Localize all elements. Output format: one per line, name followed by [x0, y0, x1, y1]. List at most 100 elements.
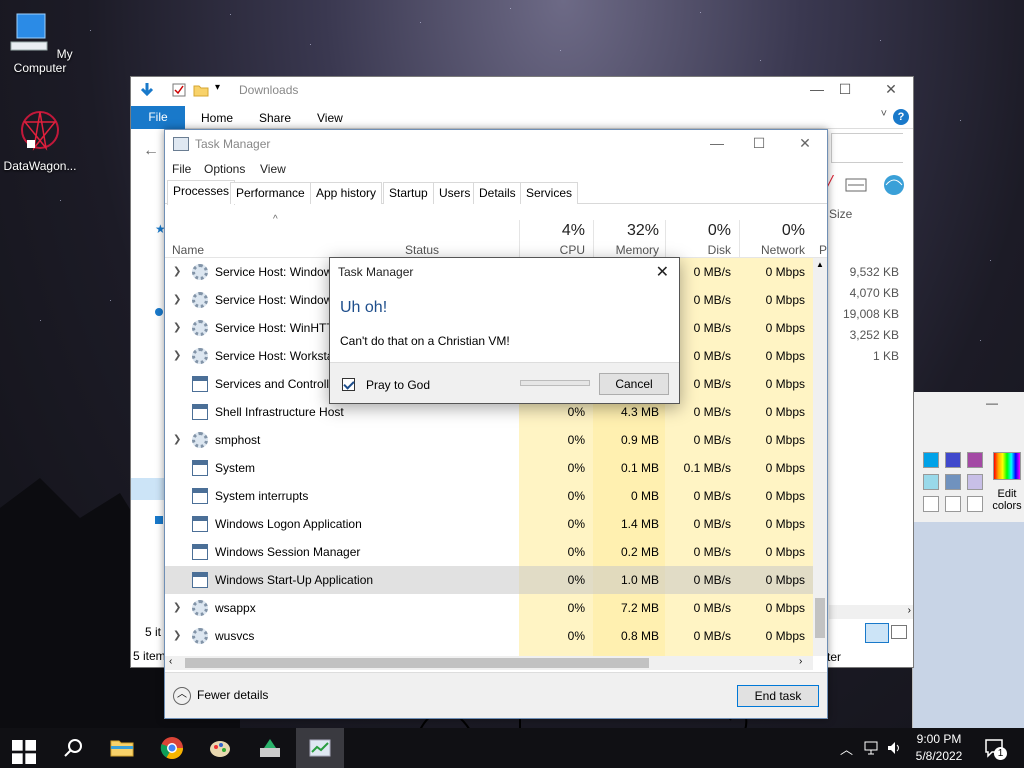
column-network[interactable]: Network: [743, 243, 805, 257]
this-pc-item[interactable]: [131, 478, 165, 500]
tab-performance[interactable]: Performance: [230, 182, 311, 204]
expand-chevron-icon[interactable]: ❯: [173, 434, 183, 445]
table-row-selected[interactable]: Windows Start-Up Application 0% 1.0 MB 0 MB…: [165, 566, 813, 594]
memory-total[interactable]: 32%: [597, 222, 659, 240]
table-row[interactable]: System 0% 0.1 MB 0.1 MB/s 0 Mbps: [165, 454, 813, 482]
expand-chevron-icon[interactable]: ❯: [173, 630, 183, 641]
color-swatch[interactable]: [967, 452, 983, 468]
help-icon[interactable]: ?: [893, 109, 909, 125]
cpu-total[interactable]: 4%: [523, 222, 585, 240]
expand-chevron-icon[interactable]: ❯: [173, 602, 183, 613]
menu-view[interactable]: View: [260, 162, 286, 176]
details-view-icon[interactable]: [865, 623, 889, 643]
file-tab[interactable]: File: [131, 106, 185, 129]
clock-date[interactable]: 5/8/2022: [914, 749, 964, 763]
onedrive-icon[interactable]: [155, 308, 163, 316]
sort-ascending-icon[interactable]: ^: [273, 214, 278, 225]
tab-users[interactable]: Users: [433, 182, 477, 204]
scrollbar-thumb[interactable]: [815, 598, 825, 638]
large-icons-view-icon[interactable]: [891, 625, 907, 639]
properties-icon[interactable]: [171, 82, 187, 98]
fewer-details-button[interactable]: ︿ Fewer details: [173, 687, 268, 705]
share-globe-icon[interactable]: [881, 173, 907, 197]
maximize-icon[interactable]: ☐: [835, 81, 855, 98]
minimize-icon[interactable]: —: [986, 396, 998, 410]
paint-canvas[interactable]: [913, 522, 1024, 728]
search-box[interactable]: [831, 133, 903, 163]
tab-services[interactable]: Services: [520, 182, 579, 204]
color-swatch[interactable]: [923, 496, 939, 512]
column-name[interactable]: Name: [172, 243, 204, 257]
cancel-button[interactable]: Cancel: [599, 373, 669, 395]
edit-colors-icon[interactable]: [993, 452, 1021, 480]
green-app-icon[interactable]: [258, 736, 282, 760]
explorer-titlebar[interactable]: ▾ Downloads — ☐ ✕: [131, 77, 913, 103]
scroll-left-icon[interactable]: ‹: [169, 656, 172, 667]
folder-icon[interactable]: [193, 82, 209, 98]
minimize-icon[interactable]: —: [807, 81, 827, 97]
home-tab[interactable]: Home: [201, 111, 233, 125]
color-swatch[interactable]: [923, 452, 939, 468]
desktop-icon-my-computer[interactable]: My Computer: [0, 10, 80, 75]
scrollbar-thumb[interactable]: [185, 658, 649, 668]
desktop-icon-datawagon[interactable]: DataWagon...: [0, 108, 80, 173]
table-row[interactable]: ❯ wusvcs 0% 0.8 MB 0 MB/s 0 Mbps: [165, 622, 813, 650]
color-swatch[interactable]: [923, 474, 939, 490]
task-manager-taskbar-icon[interactable]: [308, 736, 332, 760]
expand-chevron-icon[interactable]: ❯: [173, 294, 183, 305]
network-icon[interactable]: [155, 516, 163, 524]
network-tray-icon[interactable]: [864, 740, 880, 756]
view-tab[interactable]: View: [317, 111, 343, 125]
size-column-header[interactable]: Size: [829, 207, 852, 221]
column-status[interactable]: Status: [405, 243, 439, 257]
column-cpu[interactable]: CPU: [523, 243, 585, 257]
tab-details[interactable]: Details: [473, 182, 522, 204]
search-icon[interactable]: [62, 736, 86, 760]
file-explorer-icon[interactable]: [110, 736, 134, 760]
quick-access-dropdown-icon[interactable]: ▾: [215, 82, 220, 93]
table-row[interactable]: ❯ wsappx 0% 7.2 MB 0 MB/s 0 Mbps: [165, 594, 813, 622]
pray-checkbox[interactable]: [342, 378, 355, 391]
scroll-right-icon[interactable]: ›: [908, 605, 911, 616]
table-row[interactable]: Windows Logon Application 0% 1.4 MB 0 MB/s 0…: [165, 510, 813, 538]
column-disk[interactable]: Disk: [669, 243, 731, 257]
color-swatch[interactable]: [945, 474, 961, 490]
expand-chevron-icon[interactable]: ❯: [173, 350, 183, 361]
email-icon[interactable]: [845, 177, 869, 193]
explorer-hscroll[interactable]: ›: [829, 605, 913, 619]
volume-icon[interactable]: [886, 740, 902, 756]
maximize-icon[interactable]: ☐: [747, 135, 771, 152]
color-swatch[interactable]: [967, 496, 983, 512]
scroll-right-icon[interactable]: ›: [799, 656, 802, 667]
color-swatch[interactable]: [967, 474, 983, 490]
table-row[interactable]: ❯ smphost 0% 0.9 MB 0 MB/s 0 Mbps: [165, 426, 813, 454]
start-windows-icon[interactable]: [12, 740, 36, 764]
column-memory[interactable]: Memory: [597, 243, 659, 257]
network-total[interactable]: 0%: [743, 222, 805, 240]
edit-colors-label[interactable]: Edit colors: [989, 488, 1024, 512]
expand-chevron-icon[interactable]: ❯: [173, 322, 183, 333]
back-arrow-icon[interactable]: ←: [143, 142, 159, 160]
close-icon[interactable]: ✕: [793, 135, 817, 152]
clock-time[interactable]: 9:00 PM: [914, 732, 964, 746]
disk-total[interactable]: 0%: [669, 222, 731, 240]
tab-processes[interactable]: Processes: [167, 180, 236, 205]
menu-file[interactable]: File: [172, 162, 191, 176]
close-icon[interactable]: ✕: [881, 81, 901, 98]
horizontal-scrollbar[interactable]: ‹ ›: [165, 656, 813, 670]
color-swatch[interactable]: [945, 452, 961, 468]
tab-startup[interactable]: Startup: [383, 182, 434, 204]
vertical-scrollbar[interactable]: ▲: [813, 258, 827, 656]
table-row[interactable]: Windows Session Manager 0% 0.2 MB 0 MB/s 0 M…: [165, 538, 813, 566]
ribbon-expand-icon[interactable]: ˅: [881, 108, 887, 120]
minimize-icon[interactable]: —: [705, 135, 729, 151]
end-task-button[interactable]: End task: [737, 685, 819, 707]
color-swatch[interactable]: [945, 496, 961, 512]
paint-icon[interactable]: [208, 736, 232, 760]
scroll-up-icon[interactable]: ▲: [816, 260, 824, 269]
share-tab[interactable]: Share: [259, 111, 291, 125]
chevron-up-icon[interactable]: ︿: [840, 739, 853, 758]
close-icon[interactable]: ✕: [656, 262, 669, 282]
table-row[interactable]: System interrupts 0% 0 MB 0 MB/s 0 Mbps: [165, 482, 813, 510]
tab-app-history[interactable]: App history: [310, 182, 383, 204]
